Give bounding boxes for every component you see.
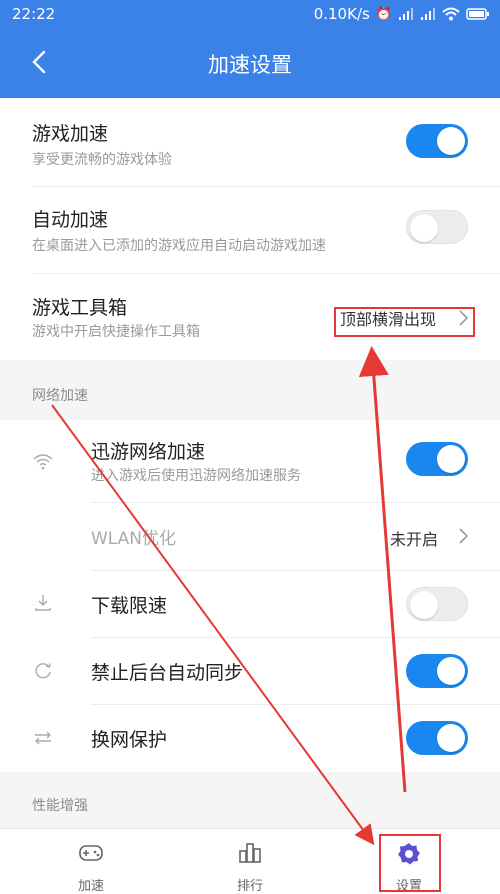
tab-label: 加速: [77, 879, 104, 894]
auto-boost-toggle[interactable]: [406, 210, 468, 244]
status-icons: 0.10K/s ⏰: [314, 5, 490, 23]
annotation-box: [379, 834, 441, 892]
setting-wlan-optimize[interactable]: WLAN优化 未开启: [0, 502, 500, 570]
tab-label: 排行: [236, 879, 263, 894]
page-title: 加速设置: [208, 53, 292, 77]
section-network-label: 网络加速: [32, 388, 88, 404]
switch-arrows-icon: [35, 731, 51, 745]
wlan-value: 未开启: [390, 530, 439, 549]
setting-auto-boost[interactable]: 自动加速 在桌面进入已添加的游戏应用自动启动游戏加速: [0, 186, 500, 273]
battery-icon: [466, 8, 489, 20]
game-boost-toggle[interactable]: [406, 124, 468, 158]
toggle-knob: [437, 127, 465, 155]
setting-title: 禁止后台自动同步: [91, 662, 244, 684]
wifi-icon: [33, 454, 53, 470]
signal-icon: [399, 8, 413, 20]
annotation-box: [334, 307, 475, 337]
setting-block-background-sync[interactable]: 禁止后台自动同步: [0, 637, 500, 704]
setting-download-limit[interactable]: 下载限速: [0, 570, 500, 637]
download-limit-toggle[interactable]: [406, 587, 468, 621]
setting-title: 游戏加速: [32, 123, 109, 145]
tab-ranking[interactable]: 排行: [190, 829, 310, 894]
download-icon: [35, 595, 51, 611]
header: 加速设置: [0, 28, 500, 98]
setting-desc: 享受更流畅的游戏体验: [32, 152, 172, 168]
setting-title: WLAN优化: [91, 529, 177, 549]
setting-xunyou-network-boost[interactable]: 迅游网络加速 进入游戏后使用迅游网络加速服务: [0, 420, 500, 502]
xunyou-boost-toggle[interactable]: [406, 442, 468, 476]
tab-boost[interactable]: 加速: [31, 829, 151, 894]
switch-protect-toggle[interactable]: [406, 721, 468, 755]
sync-icon: [35, 663, 51, 679]
setting-network-switch-protect[interactable]: 换网保护: [0, 704, 500, 772]
wifi-status-icon: [442, 7, 460, 21]
signal-icon: [421, 8, 435, 20]
alarm-icon: ⏰: [375, 6, 392, 22]
setting-title: 自动加速: [32, 209, 109, 231]
setting-desc: 进入游戏后使用迅游网络加速服务: [91, 468, 301, 484]
toggle-knob: [437, 657, 465, 685]
block-sync-toggle[interactable]: [406, 654, 468, 688]
network-settings-card: 迅游网络加速 进入游戏后使用迅游网络加速服务 WLAN优化 未开启 下载限速 禁…: [0, 420, 500, 772]
toggle-knob: [437, 724, 465, 752]
section-performance-label: 性能增强: [32, 798, 88, 814]
toggle-knob: [410, 214, 438, 242]
toggle-knob: [410, 591, 438, 619]
setting-title: 迅游网络加速: [91, 441, 206, 463]
setting-game-boost[interactable]: 游戏加速 享受更流畅的游戏体验: [0, 98, 500, 186]
gamepad-icon: [79, 845, 103, 861]
status-bar: 22:22 0.10K/s ⏰: [0, 0, 500, 28]
status-time: 22:22: [12, 5, 56, 23]
setting-title: 游戏工具箱: [32, 297, 128, 319]
chevron-right-icon: [459, 528, 469, 544]
network-speed: 0.10K/s: [313, 5, 370, 23]
setting-title: 换网保护: [91, 729, 168, 751]
toggle-knob: [437, 445, 465, 473]
chart-icon: [239, 843, 261, 863]
setting-desc: 在桌面进入已添加的游戏应用自动启动游戏加速: [32, 238, 326, 254]
setting-title: 下载限速: [91, 595, 168, 617]
setting-desc: 游戏中开启快捷操作工具箱: [32, 324, 200, 340]
